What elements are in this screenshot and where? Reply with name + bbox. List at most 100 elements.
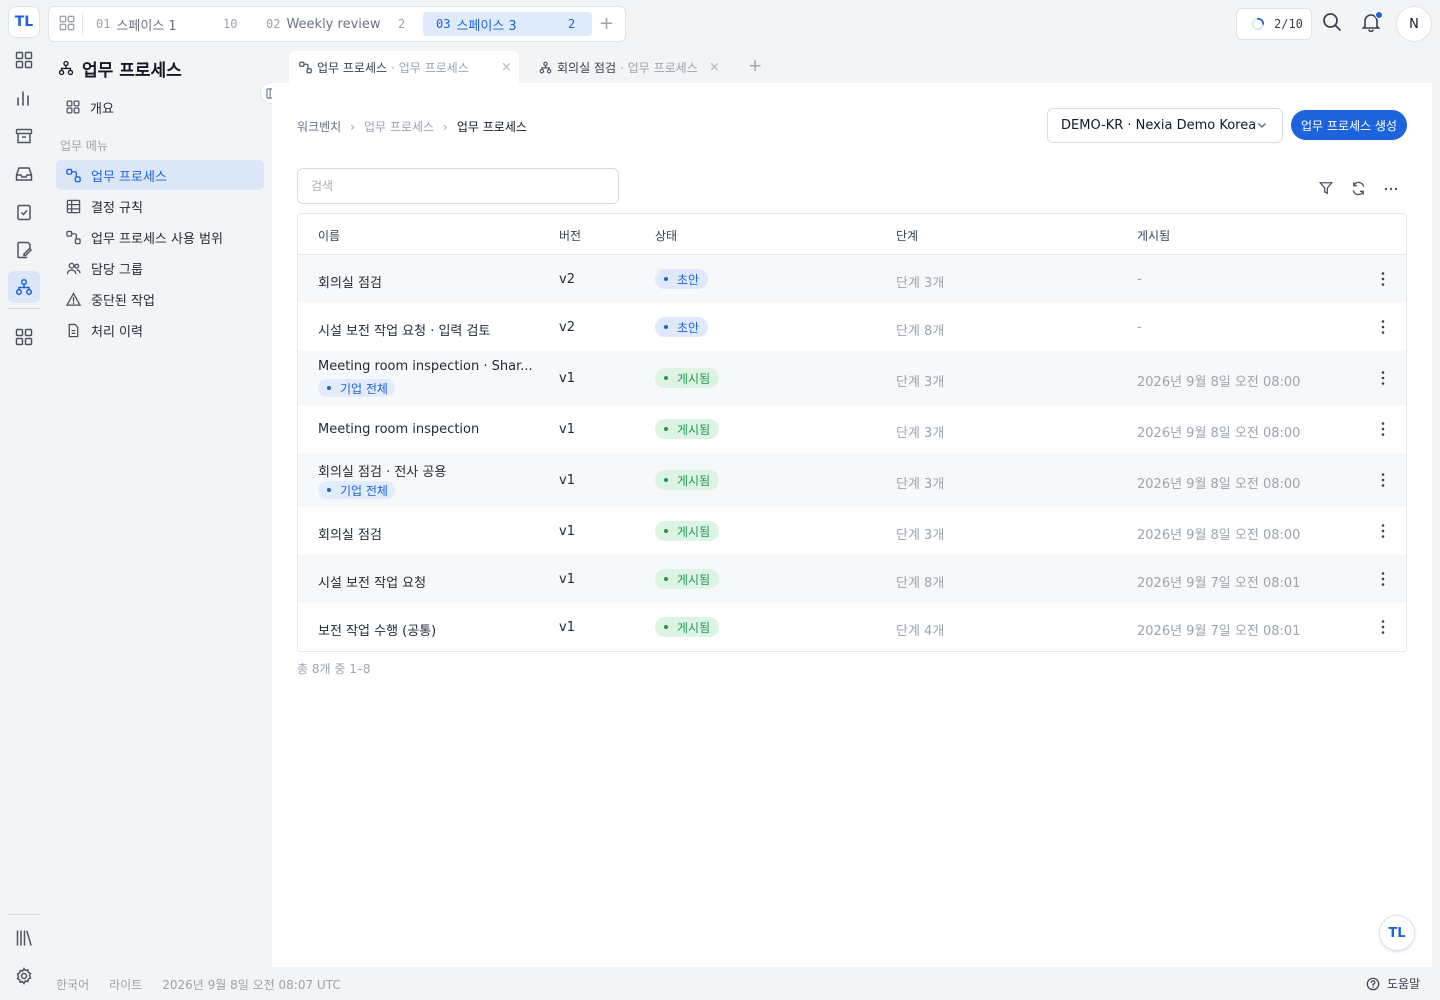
more-vertical-icon[interactable] [1376,471,1390,489]
row-version: v1 [559,473,575,488]
row-name[interactable]: Meeting room inspection · Shar... [318,359,533,374]
row-name[interactable]: 회의실 점검 [318,524,382,543]
sidebar-item-groups[interactable]: 담당 그룹 [56,253,264,283]
column-header-status[interactable]: 상태 [655,227,677,244]
more-vertical-icon[interactable] [1376,618,1390,636]
space-tab-2[interactable]: 02 Weekly review 2 [266,12,416,36]
workflow-table: 이름 버전 상태 단계 게시됨 회의실 점검 v2 초안 단계 3개 - 시설 … [297,213,1407,652]
table-row[interactable]: 보전 작업 수행 (공통) v1 게시됨 단계 4개 2026년 9월 7일 오… [298,603,1406,651]
archive-icon[interactable] [8,120,40,152]
breadcrumb: 워크벤치 › 업무 프로세스 › 업무 프로세스 [297,118,527,135]
more-vertical-icon[interactable] [1376,318,1390,336]
warning-icon [66,291,81,306]
status-badge: 게시됨 [655,569,720,589]
sidebar-item-history[interactable]: 처리 이력 [56,315,264,345]
assistant-button[interactable]: TL [1379,915,1415,951]
sidebar-item-decision-rules[interactable]: 결정 규칙 [56,191,264,221]
close-icon[interactable]: × [709,60,720,75]
column-header-name[interactable]: 이름 [318,227,340,244]
more-vertical-icon[interactable] [1376,270,1390,288]
row-name[interactable]: 회의실 점검 · 전사 공용 [318,461,446,480]
language-toggle[interactable]: 한국어 [56,976,89,993]
page-tab-subtitle: · 업무 프로세스 [620,60,698,75]
sidebar-item-stopped-jobs[interactable]: 중단된 작업 [56,284,264,314]
more-vertical-icon[interactable] [1376,522,1390,540]
workflow-nav-icon[interactable] [8,271,40,303]
space-tab-3[interactable]: 03 스페이스 3 2 [423,12,592,36]
row-published: 2026년 9월 8일 오전 08:00 [1137,375,1301,390]
search-input[interactable] [297,168,619,204]
sidebar-item-workflows[interactable]: 업무 프로세스 [56,160,264,190]
sidebar-item-workflow-scope[interactable]: 업무 프로세스 사용 범위 [56,222,264,252]
bar-chart-icon[interactable] [8,82,40,114]
create-workflow-button[interactable]: 업무 프로세스 생성 [1291,110,1407,140]
table-header: 이름 버전 상태 단계 게시됨 [298,214,1406,255]
row-published: 2026년 9월 7일 오전 08:01 [1137,624,1301,639]
space-tab-num: 02 [266,17,281,31]
row-name[interactable]: Meeting room inspection [318,422,479,437]
edit-document-icon[interactable] [8,234,40,266]
page-tab-workflows[interactable]: 업무 프로세스 · 업무 프로세스 × [289,51,519,83]
page-tab-meeting-room[interactable]: 회의실 점검 · 업무 프로세스 × [529,51,729,83]
table-row[interactable]: Meeting room inspection · Shar... 기업 전체 … [298,351,1406,405]
space-tab-1[interactable]: 01 스페이스 1 10 [96,12,246,36]
column-header-published[interactable]: 게시됨 [1137,227,1170,244]
tenant-select[interactable]: DEMO-KR · Nexia Demo Korea [1047,108,1283,143]
row-name[interactable]: 시설 보전 작업 요청 · 입력 검토 [318,320,490,339]
app-logo[interactable]: TL [8,6,40,38]
clipboard-check-icon[interactable] [8,196,40,228]
status-badge: 게시됨 [655,521,720,541]
sidebar-item-label: 결정 규칙 [91,200,143,216]
breadcrumb-item[interactable]: 업무 프로세스 [364,118,434,135]
task-progress-pill[interactable]: 2/10 [1236,8,1312,40]
grid-icon[interactable] [8,44,40,76]
column-header-steps[interactable]: 단계 [896,227,918,244]
add-space-button[interactable]: + [599,14,614,34]
row-steps: 단계 3개 [896,477,945,492]
table-row[interactable]: 시설 보전 작업 요청 v1 게시됨 단계 8개 2026년 9월 7일 오전 … [298,555,1406,603]
document-icon [68,323,79,337]
avatar[interactable]: N [1396,6,1432,42]
more-vertical-icon[interactable] [1376,369,1390,387]
status-badge: 게시됨 [655,419,720,439]
more-vertical-icon[interactable] [1376,420,1390,438]
table-row[interactable]: 시설 보전 작업 요청 · 입력 검토 v2 초안 단계 8개 - [298,303,1406,351]
grid-icon [66,100,80,114]
table-row[interactable]: Meeting room inspection v1 게시됨 단계 3개 202… [298,405,1406,453]
status-bar: 한국어 라이트 2026년 9월 8일 오전 08:07 UTC [56,976,361,993]
library-icon[interactable] [8,922,40,954]
rail-divider [8,308,40,309]
breadcrumb-item[interactable]: 워크벤치 [297,118,341,135]
sidebar-item-label: 업무 프로세스 [91,169,167,185]
row-published: 2026년 9월 8일 오전 08:00 [1137,477,1301,492]
inbox-icon[interactable] [8,158,40,190]
filter-icon[interactable] [1318,181,1337,199]
row-version: v2 [559,320,575,335]
sidebar-item-overview[interactable]: 개요 [56,92,264,122]
help-icon [1366,977,1380,990]
refresh-icon[interactable] [1351,181,1369,199]
table-icon [66,199,81,213]
settings-icon[interactable] [8,960,40,992]
more-vertical-icon[interactable] [1376,570,1390,588]
more-horizontal-icon[interactable] [1383,181,1401,199]
row-version: v1 [559,422,575,437]
chevron-down-icon [1257,122,1267,129]
spaces-grid-icon[interactable] [59,15,77,33]
row-name[interactable]: 시설 보전 작업 요청 [318,572,426,591]
row-name[interactable]: 회의실 점검 [318,272,382,291]
theme-toggle[interactable]: 라이트 [109,976,142,993]
add-tab-button[interactable]: + [748,56,762,76]
row-name[interactable]: 보전 작업 수행 (공통) [318,620,436,639]
table-row[interactable]: 회의실 점검 v1 게시됨 단계 3개 2026년 9월 8일 오전 08:00 [298,507,1406,555]
breadcrumb-current: 업무 프로세스 [456,120,527,134]
space-tab-num: 01 [96,17,111,31]
column-header-version[interactable]: 버전 [559,227,581,244]
help-link[interactable]: 도움말 [1366,975,1420,992]
row-published: 2026년 9월 8일 오전 08:00 [1137,426,1301,441]
table-row[interactable]: 회의실 점검 v2 초안 단계 3개 - [298,255,1406,303]
apps-icon[interactable] [8,321,40,353]
search-icon[interactable] [1322,12,1344,34]
table-row[interactable]: 회의실 점검 · 전사 공용 기업 전체 v1 게시됨 단계 3개 2026년 … [298,453,1406,507]
close-icon[interactable]: × [501,60,512,75]
